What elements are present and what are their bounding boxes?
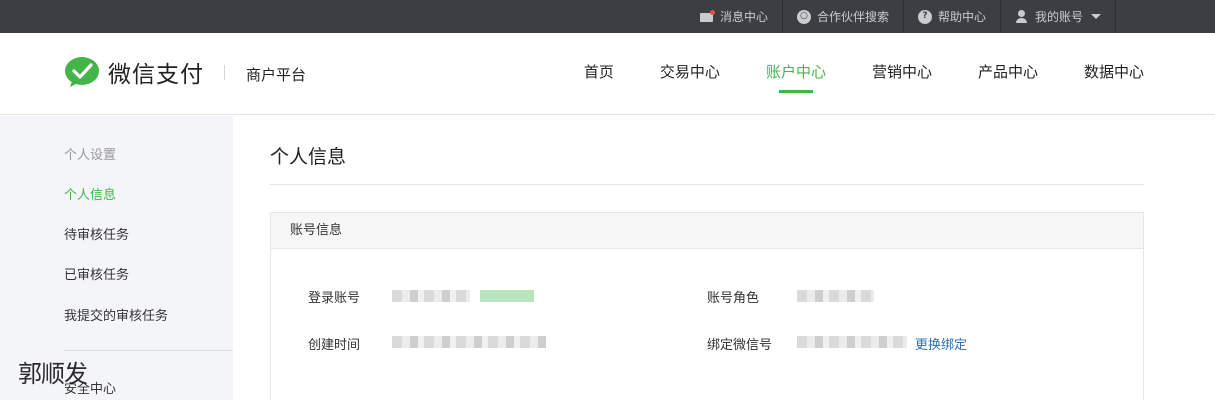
account-role-label: 账号角色	[707, 291, 760, 306]
account-info-panel: 账号信息	[270, 212, 1144, 400]
my-account-label: 我的账号	[1034, 10, 1083, 24]
top-menu: 消息中心 ○ 合作伙伴搜索 ? 帮助中心 我的账号	[686, 0, 1116, 33]
nav-home[interactable]: 首页	[584, 33, 614, 115]
bound-wechat-label: 绑定微信号	[707, 338, 773, 353]
wechat-pay-logo-icon	[64, 56, 100, 88]
logo-divider	[224, 65, 225, 80]
nav-products[interactable]: 产品中心	[978, 33, 1038, 115]
login-account-value	[392, 290, 470, 302]
sidebar-divider	[64, 350, 233, 351]
sidebar-item-my-submitted-review[interactable]: 我提交的审核任务	[64, 305, 168, 324]
chevron-down-icon	[1091, 14, 1101, 19]
panel-title: 账号信息	[271, 213, 1143, 249]
platform-name: 商户平台	[246, 66, 307, 84]
help-link[interactable]: ? 帮助中心	[902, 0, 1000, 33]
sidebar-item-personal-info[interactable]: 个人信息	[64, 184, 116, 203]
mail-icon	[699, 9, 715, 24]
logo-text: 微信支付	[108, 62, 204, 88]
search-icon: ○	[796, 9, 811, 24]
messages-link[interactable]: 消息中心	[686, 0, 782, 33]
create-time-label: 创建时间	[308, 338, 361, 353]
partner-search-label: 合作伙伴搜索	[816, 10, 889, 24]
sidebar-group-title: 个人设置	[64, 148, 117, 163]
wechat-pay-logo[interactable]: 微信支付	[64, 55, 204, 89]
help-icon: ?	[917, 9, 932, 24]
nav-account[interactable]: 账户中心	[766, 33, 826, 115]
bound-wechat-value	[797, 336, 907, 348]
sidebar-item-pending-review[interactable]: 待审核任务	[64, 224, 129, 243]
header: 微信支付 商户平台 首页 交易中心 账户中心 营销中心 产品中心 数据中心	[0, 33, 1215, 115]
login-account-tag	[480, 290, 534, 302]
account-role-value	[797, 290, 874, 302]
login-account-label: 登录账号	[308, 291, 361, 306]
nav-data[interactable]: 数据中心	[1084, 33, 1144, 115]
title-divider	[270, 184, 1144, 185]
change-binding-link[interactable]: 更换绑定	[915, 334, 967, 353]
nav-transactions[interactable]: 交易中心	[660, 33, 720, 115]
partner-search-link[interactable]: ○ 合作伙伴搜索	[781, 0, 903, 33]
nav-marketing[interactable]: 营销中心	[872, 33, 932, 115]
help-label: 帮助中心	[937, 10, 986, 24]
page-title: 个人信息	[270, 146, 347, 168]
create-time-value	[392, 336, 546, 348]
top-bar: 消息中心 ○ 合作伙伴搜索 ? 帮助中心 我的账号	[0, 0, 1215, 33]
watermark: 郭顺发	[18, 360, 88, 388]
sidebar-item-reviewed[interactable]: 已审核任务	[64, 264, 129, 283]
messages-label: 消息中心	[719, 10, 768, 24]
user-icon	[1015, 9, 1029, 24]
main-nav: 首页 交易中心 账户中心 营销中心 产品中心 数据中心	[538, 33, 1144, 115]
my-account-menu[interactable]: 我的账号	[999, 0, 1116, 33]
